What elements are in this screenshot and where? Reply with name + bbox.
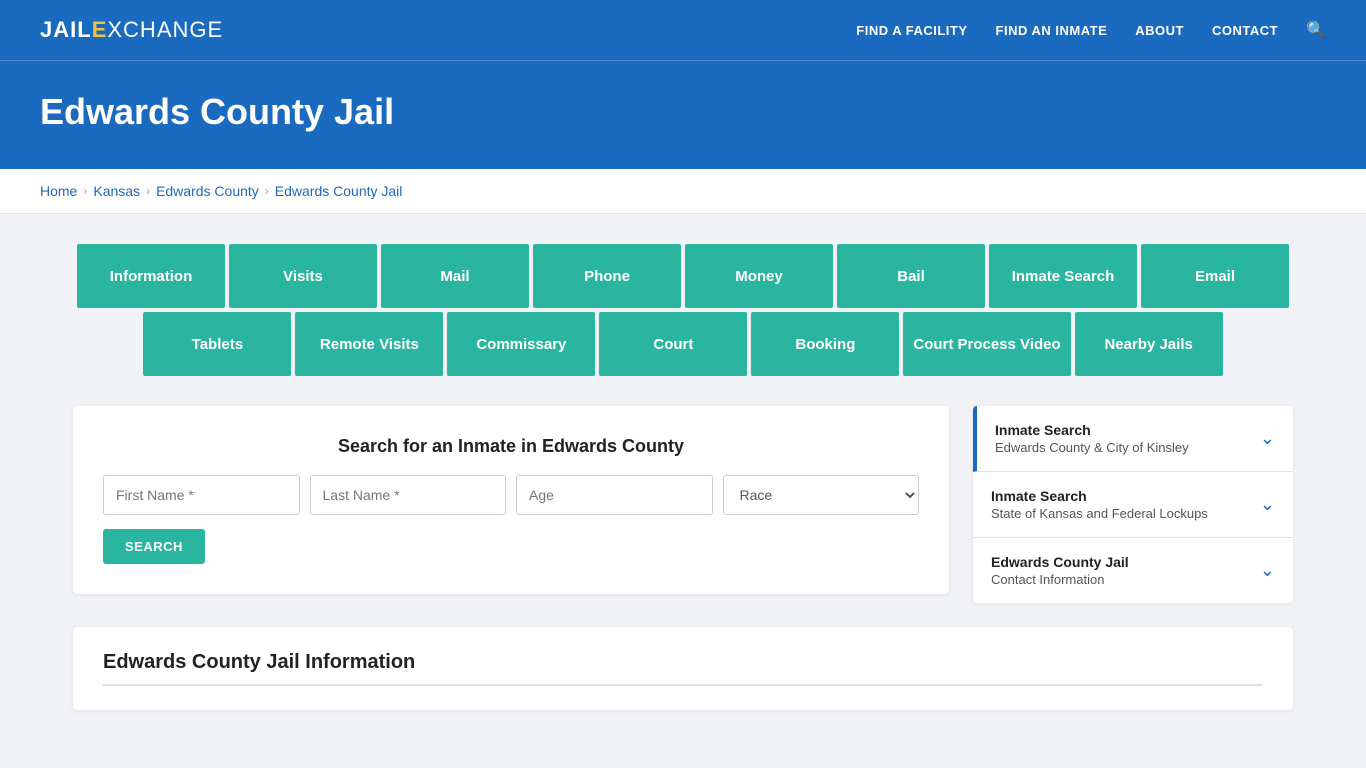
btn-information[interactable]: Information xyxy=(77,244,225,308)
header: JAILEXCHANGE FIND A FACILITY FIND AN INM… xyxy=(0,0,1366,60)
btn-remote-visits[interactable]: Remote Visits xyxy=(295,312,443,376)
breadcrumb-sep-3: › xyxy=(265,184,269,198)
site-logo: JAILEXCHANGE xyxy=(40,17,223,43)
category-button-grid: Information Visits Mail Phone Money Bail… xyxy=(73,244,1293,376)
first-name-input[interactable] xyxy=(103,475,300,515)
sidebar-item-text-0: Inmate Search Edwards County & City of K… xyxy=(995,422,1189,455)
search-fields: Race White Black Hispanic Asian Other xyxy=(103,475,919,515)
chevron-down-icon-0: ⌄ xyxy=(1260,428,1275,449)
sidebar-item-0[interactable]: Inmate Search Edwards County & City of K… xyxy=(973,406,1293,472)
main-nav: FIND A FACILITY FIND AN INMATE ABOUT CON… xyxy=(856,20,1326,40)
breadcrumb-kansas[interactable]: Kansas xyxy=(93,183,140,199)
search-title: Search for an Inmate in Edwards County xyxy=(103,436,919,457)
sidebar-item-title-2: Edwards County Jail xyxy=(991,554,1129,570)
sidebar-item-text-2: Edwards County Jail Contact Information xyxy=(991,554,1129,587)
search-icon[interactable]: 🔍 xyxy=(1306,20,1326,40)
btn-email[interactable]: Email xyxy=(1141,244,1289,308)
breadcrumb-edwards-county[interactable]: Edwards County xyxy=(156,183,259,199)
btn-mail[interactable]: Mail xyxy=(381,244,529,308)
sidebar-item-title-1: Inmate Search xyxy=(991,488,1208,504)
sidebar-panel: Inmate Search Edwards County & City of K… xyxy=(973,406,1293,603)
btn-court[interactable]: Court xyxy=(599,312,747,376)
sidebar-item-1[interactable]: Inmate Search State of Kansas and Federa… xyxy=(973,472,1293,538)
main-content: Information Visits Mail Phone Money Bail… xyxy=(33,214,1333,740)
sidebar-item-sub-0: Edwards County & City of Kinsley xyxy=(995,440,1189,455)
hero-banner: Edwards County Jail xyxy=(0,60,1366,169)
race-select[interactable]: Race White Black Hispanic Asian Other xyxy=(723,475,920,515)
btn-visits[interactable]: Visits xyxy=(229,244,377,308)
age-input[interactable] xyxy=(516,475,713,515)
sidebar-item-title-0: Inmate Search xyxy=(995,422,1189,438)
btn-nearby-jails[interactable]: Nearby Jails xyxy=(1075,312,1223,376)
btn-tablets[interactable]: Tablets xyxy=(143,312,291,376)
logo-exchange: XCHANGE xyxy=(107,17,223,42)
btn-booking[interactable]: Booking xyxy=(751,312,899,376)
logo-jail: JAIL xyxy=(40,17,92,42)
sidebar-item-sub-1: State of Kansas and Federal Lockups xyxy=(991,506,1208,521)
content-row: Search for an Inmate in Edwards County R… xyxy=(73,406,1293,603)
nav-find-inmate[interactable]: FIND AN INMATE xyxy=(996,23,1108,38)
btn-bail[interactable]: Bail xyxy=(837,244,985,308)
sidebar-item-sub-2: Contact Information xyxy=(991,572,1129,587)
chevron-down-icon-2: ⌄ xyxy=(1260,560,1275,581)
page-title: Edwards County Jail xyxy=(40,91,1326,133)
info-title: Edwards County Jail Information xyxy=(103,651,1263,686)
nav-about[interactable]: ABOUT xyxy=(1135,23,1184,38)
sidebar-item-2[interactable]: Edwards County Jail Contact Information … xyxy=(973,538,1293,603)
last-name-input[interactable] xyxy=(310,475,507,515)
sidebar-item-text-1: Inmate Search State of Kansas and Federa… xyxy=(991,488,1208,521)
chevron-down-icon-1: ⌄ xyxy=(1260,494,1275,515)
btn-inmate-search[interactable]: Inmate Search xyxy=(989,244,1137,308)
breadcrumb-bar: Home › Kansas › Edwards County › Edwards… xyxy=(0,169,1366,214)
breadcrumb-edwards-county-jail[interactable]: Edwards County Jail xyxy=(275,183,403,199)
logo-x: E xyxy=(92,17,108,42)
btn-court-process-video[interactable]: Court Process Video xyxy=(903,312,1070,376)
breadcrumb-sep-1: › xyxy=(83,184,87,198)
info-section: Edwards County Jail Information xyxy=(73,627,1293,710)
btn-commissary[interactable]: Commissary xyxy=(447,312,595,376)
nav-contact[interactable]: CONTACT xyxy=(1212,23,1278,38)
breadcrumb-home[interactable]: Home xyxy=(40,183,77,199)
nav-find-facility[interactable]: FIND A FACILITY xyxy=(856,23,967,38)
btn-money[interactable]: Money xyxy=(685,244,833,308)
search-button[interactable]: SEARCH xyxy=(103,529,205,564)
inmate-search-panel: Search for an Inmate in Edwards County R… xyxy=(73,406,949,594)
breadcrumb-sep-2: › xyxy=(146,184,150,198)
breadcrumb: Home › Kansas › Edwards County › Edwards… xyxy=(40,183,1326,199)
btn-phone[interactable]: Phone xyxy=(533,244,681,308)
